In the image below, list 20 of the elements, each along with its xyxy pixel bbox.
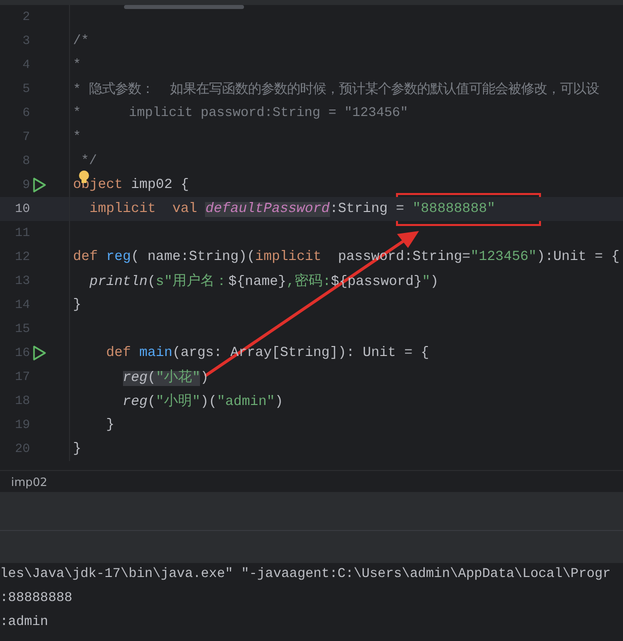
console-line: les\Java\jdk-17\bin\java.exe" "-javaagent:C:\Users\admin\AppData\Local\Progr [0,566,611,584]
code-line: reg("小明")("admin") [122,392,284,410]
code-line: * [73,129,81,145]
code-line: } [105,418,114,432]
console-line: :admin [0,614,48,632]
code-line: */ [80,153,97,169]
code-line: reg("小花") [122,368,209,386]
run-icon[interactable] [32,345,46,361]
console-line: :88888888 [0,590,72,608]
code-line: } [73,442,82,456]
line-number: 10 [14,202,30,216]
code-line: * [73,57,81,73]
code-line: /* [73,33,89,49]
code-line: * implicit password:String = "123456" [73,105,408,121]
run-icon[interactable] [32,177,46,193]
scrollbar[interactable] [124,5,244,9]
code-line: implicit val defaultPassword:String = "88888888" [88,202,496,216]
breadcrumb-item[interactable]: imp02 [11,474,48,488]
code-line: * 隐式参数： 如果在写函数的参数的时候，预计某个参数的默认值可能会被修改，可以设 [73,80,599,98]
code-line: } [73,298,82,312]
